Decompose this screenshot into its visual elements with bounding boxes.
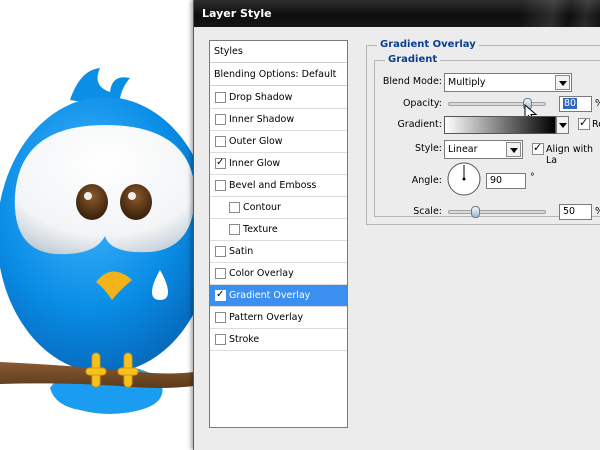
style-label: Style:	[414, 143, 442, 154]
check-icon: ✓	[579, 116, 589, 129]
align-with-layer-label: Align with La	[546, 144, 594, 166]
opacity-unit: %	[595, 98, 600, 109]
scale-value: 50	[563, 206, 576, 217]
style-item-label: Color Overlay	[229, 268, 294, 279]
angle-label: Angle:	[411, 175, 442, 186]
group-title: Gradient	[385, 54, 441, 65]
inner-shadow-checkbox[interactable]	[215, 114, 226, 125]
check-icon: ✓	[216, 157, 225, 168]
dialog-title[interactable]: Layer Style	[194, 0, 600, 27]
align-with-layer-checkbox[interactable]: ✓	[532, 141, 544, 155]
stroke-checkbox[interactable]	[215, 334, 226, 345]
scale-slider-thumb[interactable]	[471, 206, 480, 218]
reverse-checkbox[interactable]: ✓	[578, 116, 590, 130]
style-item-bevel-emboss[interactable]: Bevel and Emboss	[210, 175, 347, 197]
outer-glow-checkbox[interactable]	[215, 136, 226, 147]
inner-glow-checkbox[interactable]: ✓	[215, 157, 226, 169]
style-item-outer-glow[interactable]: Outer Glow	[210, 131, 347, 153]
reverse-label: Re	[592, 119, 600, 130]
blending-options-item[interactable]: Blending Options: Default	[210, 64, 347, 86]
blend-mode-value: Multiply	[448, 77, 486, 88]
check-icon: ✓	[216, 289, 225, 300]
bird-pupil-right	[120, 184, 152, 220]
style-item-label: Satin	[229, 246, 254, 257]
texture-checkbox[interactable]	[229, 224, 240, 235]
style-item-color-overlay[interactable]: Color Overlay	[210, 263, 347, 285]
style-item-label: Texture	[243, 224, 278, 235]
style-item-label: Gradient Overlay	[229, 290, 311, 301]
blend-mode-select[interactable]: Multiply	[444, 73, 572, 92]
style-item-drop-shadow[interactable]: Drop Shadow	[210, 87, 347, 109]
bird-illustration	[0, 68, 213, 414]
scale-label: Scale:	[413, 206, 442, 217]
bird-eyes-white	[14, 125, 196, 255]
color-overlay-checkbox[interactable]	[215, 268, 226, 279]
style-item-inner-glow[interactable]: ✓ Inner Glow	[210, 153, 347, 175]
gradient-preview[interactable]	[444, 116, 556, 134]
gradient-label: Gradient:	[397, 119, 442, 130]
scale-slider-track[interactable]	[448, 206, 546, 218]
style-item-stroke[interactable]: Stroke	[210, 329, 347, 351]
style-item-texture[interactable]: Texture	[210, 219, 347, 241]
chevron-down-icon	[559, 123, 567, 128]
style-item-label: Contour	[243, 202, 281, 213]
style-item-pattern-overlay[interactable]: Pattern Overlay	[210, 307, 347, 329]
layer-style-dialog: Layer Style Styles Blending Options: Def…	[193, 0, 600, 450]
pattern-overlay-checkbox[interactable]	[215, 312, 226, 323]
style-item-satin[interactable]: Satin	[210, 241, 347, 263]
gradient-picker-button[interactable]	[556, 116, 569, 134]
angle-dial[interactable]	[446, 161, 482, 197]
satin-checkbox[interactable]	[215, 246, 226, 257]
scale-unit: %	[595, 206, 600, 217]
section-title: Gradient Overlay	[377, 39, 479, 50]
style-value: Linear	[448, 144, 478, 155]
scale-input[interactable]: 50	[559, 204, 592, 220]
angle-unit: °	[530, 172, 535, 183]
drop-shadow-checkbox[interactable]	[215, 92, 226, 103]
styles-header[interactable]: Styles	[210, 41, 347, 63]
style-item-label: Drop Shadow	[229, 92, 293, 103]
style-item-label: Pattern Overlay	[229, 312, 304, 323]
angle-value: 90	[490, 175, 503, 186]
check-icon: ✓	[533, 141, 543, 154]
style-select[interactable]: Linear	[444, 140, 523, 159]
styles-list: Styles Blending Options: Default Drop Sh…	[209, 40, 348, 428]
chevron-down-icon[interactable]	[506, 142, 521, 157]
opacity-input[interactable]: 80	[559, 96, 592, 112]
opacity-label: Opacity:	[402, 98, 442, 109]
style-item-label: Stroke	[229, 334, 260, 345]
angle-input[interactable]: 90	[486, 173, 526, 189]
contour-checkbox[interactable]	[229, 202, 240, 213]
style-item-inner-shadow[interactable]: Inner Shadow	[210, 109, 347, 131]
style-item-label: Inner Shadow	[229, 114, 295, 125]
style-item-label: Outer Glow	[229, 136, 283, 147]
style-item-label: Inner Glow	[229, 158, 281, 169]
bird-pupil-left	[76, 184, 108, 220]
chevron-down-icon[interactable]	[555, 75, 570, 90]
style-item-contour[interactable]: Contour	[210, 197, 347, 219]
opacity-value: 80	[563, 98, 578, 109]
style-item-label: Bevel and Emboss	[229, 180, 317, 191]
gradient-overlay-checkbox[interactable]: ✓	[215, 289, 226, 301]
style-item-gradient-overlay[interactable]: ✓ Gradient Overlay	[210, 285, 347, 307]
bevel-emboss-checkbox[interactable]	[215, 180, 226, 191]
blend-mode-label: Blend Mode:	[382, 76, 442, 87]
